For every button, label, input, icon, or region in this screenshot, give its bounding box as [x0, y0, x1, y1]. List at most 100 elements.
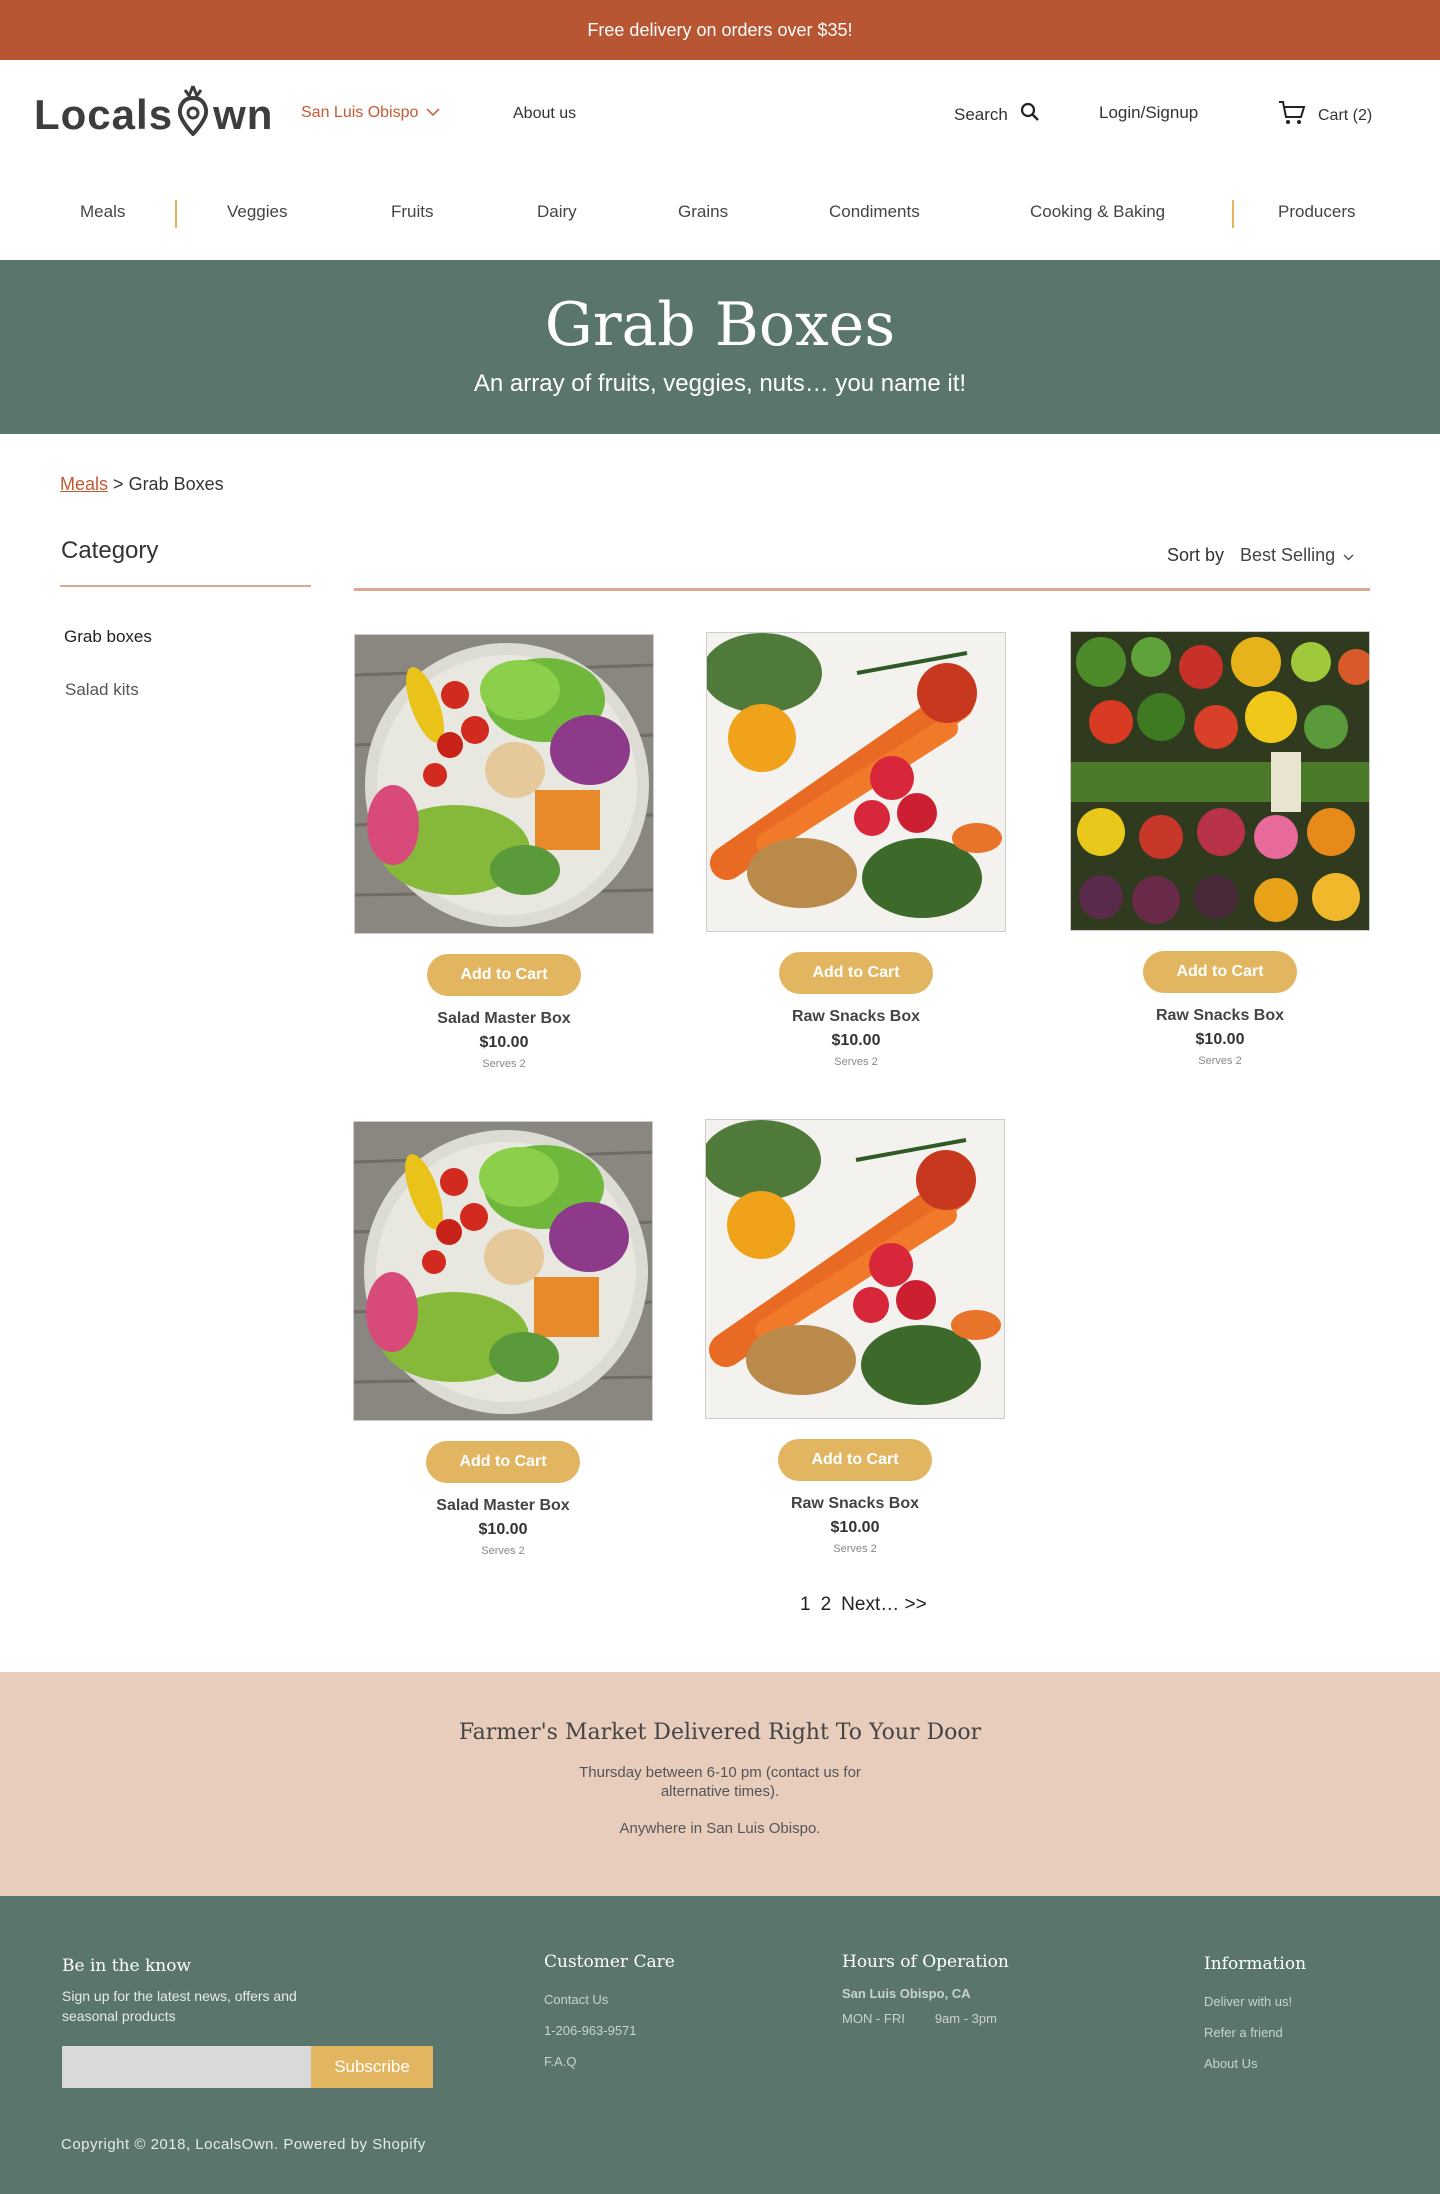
login-signup-link[interactable]: Login/Signup	[1099, 103, 1198, 123]
phone-link[interactable]: 1-206-963-9571	[544, 2023, 675, 2038]
product-image-salad-bowl[interactable]	[354, 634, 654, 934]
product-image-vegetables-berries[interactable]	[705, 1119, 1005, 1419]
newsletter-section: Be in the know Sign up for the latest ne…	[62, 1956, 342, 2026]
category-nav: Meals Veggies Fruits Dairy Grains Condim…	[0, 180, 1440, 246]
add-to-cart-button[interactable]: Add to Cart	[779, 952, 933, 994]
nav-producers[interactable]: Producers	[1278, 202, 1355, 222]
hours-location: San Luis Obispo, CA	[842, 1986, 971, 2001]
product-name[interactable]: Raw Snacks Box	[706, 1008, 1006, 1026]
newsletter-description: Sign up for the latest news, offers and …	[62, 1988, 297, 2024]
product-name[interactable]: Salad Master Box	[354, 1010, 654, 1028]
logo[interactable]: Locals wn	[34, 84, 273, 146]
refer-friend-link[interactable]: Refer a friend	[1204, 2025, 1306, 2040]
logo-text-left: Locals	[34, 91, 174, 138]
add-to-cart-button[interactable]: Add to Cart	[778, 1439, 932, 1481]
sidebar-item-grab-boxes[interactable]: Grab boxes	[64, 627, 152, 647]
next-page-link[interactable]: Next… >>	[841, 1594, 927, 1616]
nav-condiments[interactable]: Condiments	[829, 202, 920, 222]
product-card: Add to Cart Raw Snacks Box $10.00 Serves…	[706, 632, 1006, 1068]
page-title: Grab Boxes	[544, 290, 896, 360]
nav-meals[interactable]: Meals	[80, 202, 125, 222]
product-card: Add to Cart Raw Snacks Box $10.00 Serves…	[1070, 631, 1370, 1067]
nav-cooking-baking[interactable]: Cooking & Baking	[1030, 202, 1165, 222]
delivery-info-section: Farmer's Market Delivered Right To Your …	[0, 1672, 1440, 1896]
newsletter-email-input[interactable]	[62, 2046, 311, 2088]
delivery-area-text: Anywhere in San Luis Obispo.	[619, 1820, 821, 1837]
search-label: Search	[954, 104, 1008, 124]
cart-button[interactable]: Cart (2)	[1278, 100, 1372, 131]
nav-fruits[interactable]: Fruits	[391, 202, 434, 222]
breadcrumb: Meals > Grab Boxes	[60, 474, 224, 495]
location-selector[interactable]: San Luis Obispo	[301, 104, 440, 122]
promo-banner-text: Free delivery on orders over $35!	[587, 19, 853, 40]
nav-divider	[1232, 200, 1234, 228]
product-price: $10.00	[1195, 1031, 1245, 1048]
about-link[interactable]: About us	[513, 105, 576, 123]
hours-section: Hours of Operation San Luis Obispo, CA M…	[842, 1952, 1009, 2026]
information-section: Information Deliver with us! Refer a fri…	[1204, 1954, 1306, 2087]
product-serves: Serves 2	[481, 1545, 525, 1557]
product-price: $10.00	[831, 1032, 881, 1049]
carrot-logo-icon	[175, 84, 211, 146]
deliver-with-us-link[interactable]: Deliver with us!	[1204, 1994, 1306, 2009]
add-to-cart-button[interactable]: Add to Cart	[427, 954, 581, 996]
delivery-title: Farmer's Market Delivered Right To Your …	[458, 1720, 982, 1745]
product-serves: Serves 2	[834, 1056, 878, 1068]
logo-text-right: wn	[213, 91, 274, 138]
sort-label: Sort by	[1167, 545, 1225, 565]
breadcrumb-link-meals[interactable]: Meals	[60, 474, 108, 494]
site-header: Locals wn San Luis Obispo About us Searc…	[0, 60, 1440, 170]
location-label: San Luis Obispo	[301, 104, 419, 121]
sort-dropdown[interactable]: Best Selling	[1240, 545, 1354, 566]
page-1-link[interactable]: 1	[800, 1594, 811, 1616]
search-button[interactable]: Search	[954, 102, 1040, 127]
product-name[interactable]: Raw Snacks Box	[705, 1495, 1005, 1513]
product-price: $10.00	[830, 1519, 880, 1536]
product-serves: Serves 2	[482, 1058, 526, 1070]
information-title: Information	[1204, 1954, 1307, 1974]
promo-banner: Free delivery on orders over $35!	[0, 0, 1440, 60]
hours-time: 9am - 3pm	[934, 2011, 997, 2026]
nav-grains[interactable]: Grains	[678, 202, 728, 222]
copyright: Copyright © 2018, LocalsOwn. Powered by …	[61, 2136, 426, 2153]
add-to-cart-button[interactable]: Add to Cart	[426, 1441, 580, 1483]
cart-label: Cart (2)	[1318, 106, 1373, 124]
nav-divider	[175, 200, 177, 228]
product-price: $10.00	[478, 1521, 528, 1538]
sort-value: Best Selling	[1240, 545, 1336, 565]
pagination: 1 2 Next… >>	[800, 1594, 927, 1616]
breadcrumb-separator: >	[113, 474, 124, 494]
hero-banner: Grab Boxes An array of fruits, veggies, …	[0, 260, 1440, 434]
page-2-link[interactable]: 2	[821, 1594, 832, 1616]
delivery-time-text: Thursday between 6-10 pm (contact us for…	[579, 1764, 861, 1800]
breadcrumb-current: Grab Boxes	[128, 474, 224, 494]
hours-days: MON - FRI	[842, 2011, 905, 2026]
product-image-salad-bowl[interactable]	[353, 1121, 653, 1421]
newsletter-title: Be in the know	[62, 1956, 192, 1976]
sidebar-item-salad-kits[interactable]: Salad kits	[65, 680, 139, 700]
faq-link[interactable]: F.A.Q	[544, 2054, 675, 2069]
chevron-down-icon	[1343, 545, 1354, 566]
hours-title: Hours of Operation	[842, 1952, 1009, 1972]
contact-us-link[interactable]: Contact Us	[544, 1992, 675, 2007]
sort-control: Sort by Best Selling	[1167, 545, 1354, 566]
site-footer: Be in the know Sign up for the latest ne…	[0, 1896, 1440, 2194]
nav-veggies[interactable]: Veggies	[227, 202, 288, 222]
product-name[interactable]: Raw Snacks Box	[1070, 1007, 1370, 1025]
customer-care-title: Customer Care	[544, 1952, 675, 1972]
product-price: $10.00	[479, 1034, 529, 1051]
product-name[interactable]: Salad Master Box	[353, 1497, 653, 1515]
subscribe-button[interactable]: Subscribe	[311, 2046, 433, 2088]
product-image-market-produce[interactable]	[1070, 631, 1370, 931]
product-card: Add to Cart Salad Master Box $10.00 Serv…	[354, 634, 654, 1070]
newsletter-form: Subscribe	[62, 2046, 433, 2088]
about-us-link[interactable]: About Us	[1204, 2056, 1306, 2071]
customer-care-section: Customer Care Contact Us 1-206-963-9571 …	[544, 1952, 675, 2085]
add-to-cart-button[interactable]: Add to Cart	[1143, 951, 1297, 993]
sidebar-title: Category	[61, 537, 159, 564]
product-card: Add to Cart Salad Master Box $10.00 Serv…	[353, 1121, 653, 1557]
product-image-vegetables-berries[interactable]	[706, 632, 1006, 932]
search-icon	[1020, 102, 1040, 127]
cart-icon	[1278, 100, 1306, 131]
nav-dairy[interactable]: Dairy	[537, 202, 577, 222]
